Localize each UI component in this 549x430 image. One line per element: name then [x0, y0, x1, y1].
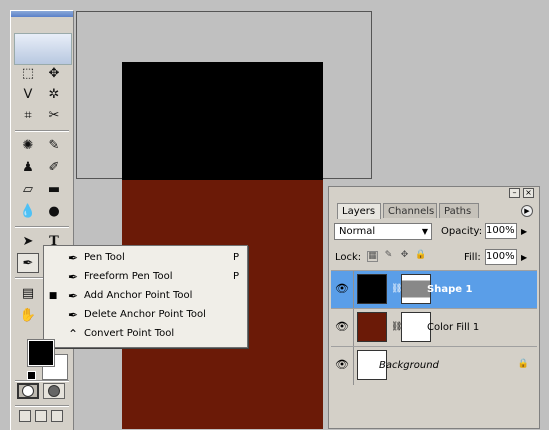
- eye-column-divider: [353, 347, 354, 385]
- standard-mode-icon: [22, 385, 34, 397]
- convert-point-icon: ⌃: [67, 326, 79, 341]
- panel-title-bar[interactable]: – ×: [329, 187, 539, 201]
- menu-item-add-anchor-point-tool[interactable]: ■ ✒ Add Anchor Point Tool: [44, 286, 247, 305]
- fill-slider-arrow-icon[interactable]: ▶: [521, 253, 527, 262]
- menu-item-label: Convert Point Tool: [84, 328, 175, 339]
- panel-menu-arrow-icon[interactable]: ▶: [521, 205, 533, 217]
- menu-item-label: Pen Tool: [84, 252, 125, 263]
- layer-name: Color Fill 1: [427, 322, 480, 333]
- lasso-tool-icon[interactable]: ᐯ: [17, 84, 39, 104]
- menu-item-label: Freeform Pen Tool: [84, 271, 173, 282]
- eye-column-divider: [353, 309, 354, 347]
- menu-item-shortcut: P: [233, 271, 240, 282]
- pen-icon: ✒: [67, 250, 79, 265]
- delete-anchor-point-icon: ✒: [67, 307, 79, 322]
- foreground-color-swatch[interactable]: [28, 340, 54, 366]
- lock-icon: 🔒: [517, 359, 529, 369]
- freeform-pen-icon: ✒: [67, 269, 79, 284]
- visibility-eye-icon[interactable]: 👁: [333, 279, 351, 299]
- opacity-label: Opacity:: [441, 226, 483, 237]
- magic-wand-tool-icon[interactable]: ✲: [43, 84, 65, 104]
- active-bullet: ■: [48, 290, 58, 301]
- minimize-icon[interactable]: –: [509, 188, 520, 198]
- blend-mode-select[interactable]: Normal ▼: [334, 223, 432, 240]
- standard-mode-button[interactable]: [17, 383, 39, 399]
- menu-item-label: Add Anchor Point Tool: [84, 290, 193, 301]
- brush-tool-icon[interactable]: ✎: [43, 135, 65, 155]
- healing-brush-tool-icon[interactable]: ✺: [17, 135, 39, 155]
- opacity-slider-arrow-icon[interactable]: ▶: [521, 227, 527, 236]
- lock-transparent-pixels-icon[interactable]: ▦: [367, 251, 378, 262]
- history-brush-tool-icon[interactable]: ✐: [43, 157, 65, 177]
- layer-row-shape-1[interactable]: 👁 ⛓ Shape 1: [331, 270, 537, 309]
- default-colors-icon[interactable]: [27, 371, 36, 380]
- lock-all-icon[interactable]: 🔒: [415, 251, 426, 262]
- menu-item-pen-tool[interactable]: ✒ Pen Tool P: [44, 248, 247, 267]
- fill-label: Fill:: [464, 252, 481, 263]
- tab-paths[interactable]: Paths: [439, 203, 479, 218]
- layer-thumbnail: [357, 274, 387, 304]
- standard-screen-mode-button[interactable]: [19, 410, 31, 422]
- clone-stamp-tool-icon[interactable]: ♟: [17, 157, 39, 177]
- quick-mask-mode-button[interactable]: [43, 383, 65, 399]
- gradient-tool-icon[interactable]: ▬: [43, 179, 65, 199]
- visibility-eye-icon[interactable]: 👁: [333, 355, 351, 375]
- tools-palette: ⬚ ✥ ᐯ ✲ ⌗ ✂ ✺ ✎ ♟ ✐ ▱ ▬ 💧 ● ➤ T ✒ ▭ ▤ ✋: [10, 10, 74, 430]
- shape-1-black-rectangle[interactable]: [122, 62, 323, 180]
- toolbox-divider: [15, 380, 69, 382]
- toolbox-divider: [15, 130, 69, 132]
- layer-thumbnail: [357, 312, 387, 342]
- lock-image-pixels-icon[interactable]: ✎: [383, 251, 394, 262]
- close-icon[interactable]: ×: [523, 188, 534, 198]
- hand-tool-icon[interactable]: ✋: [17, 305, 39, 325]
- opacity-field[interactable]: 100%: [485, 223, 517, 239]
- pen-tool-flyout-menu: ✒ Pen Tool P ✒ Freeform Pen Tool P ■ ✒ A…: [43, 245, 248, 348]
- eye-column-divider: [353, 271, 354, 309]
- toolbox-divider: [15, 226, 69, 228]
- layer-row-background[interactable]: 👁 Background 🔒: [331, 346, 537, 385]
- path-selection-tool-icon[interactable]: ➤: [17, 231, 39, 251]
- palette-title-bar[interactable]: [11, 11, 73, 17]
- layers-panel: – × Layers Channels Paths ▶ Normal ▼ Opa…: [328, 186, 540, 429]
- menu-item-freeform-pen-tool[interactable]: ✒ Freeform Pen Tool P: [44, 267, 247, 286]
- menu-item-convert-point-tool[interactable]: ⌃ Convert Point Tool: [44, 324, 247, 343]
- layer-name: Shape 1: [427, 284, 473, 295]
- move-tool-icon[interactable]: ✥: [43, 63, 65, 83]
- lock-label: Lock:: [335, 252, 362, 263]
- rectangular-marquee-tool-icon[interactable]: ⬚: [17, 63, 39, 83]
- menu-item-label: Delete Anchor Point Tool: [84, 309, 206, 320]
- visibility-eye-icon[interactable]: 👁: [333, 317, 351, 337]
- layer-name: Background: [379, 360, 439, 371]
- tab-channels[interactable]: Channels: [383, 203, 437, 218]
- crop-tool-icon[interactable]: ⌗: [17, 105, 39, 125]
- fill-field[interactable]: 100%: [485, 249, 517, 265]
- menu-item-shortcut: P: [233, 252, 240, 263]
- menu-item-delete-anchor-point-tool[interactable]: ✒ Delete Anchor Point Tool: [44, 305, 247, 324]
- blend-mode-value: Normal: [339, 226, 376, 237]
- blur-tool-icon[interactable]: 💧: [17, 201, 39, 221]
- tab-layers[interactable]: Layers: [337, 203, 381, 219]
- quick-mask-icon: [48, 385, 60, 397]
- add-anchor-point-icon: ✒: [67, 288, 79, 303]
- eraser-tool-icon[interactable]: ▱: [17, 179, 39, 199]
- toolbox-divider: [15, 405, 69, 407]
- full-screen-mode-button[interactable]: [51, 410, 63, 422]
- layer-row-color-fill-1[interactable]: 👁 ⛓ Color Fill 1: [331, 308, 537, 347]
- full-screen-menu-mode-button[interactable]: [35, 410, 47, 422]
- chevron-down-icon: ▼: [421, 227, 428, 236]
- pen-tool-icon[interactable]: ✒: [17, 253, 39, 273]
- lock-position-icon[interactable]: ✥: [399, 251, 410, 262]
- slice-tool-icon[interactable]: ✂: [43, 105, 65, 125]
- notes-tool-icon[interactable]: ▤: [17, 283, 39, 303]
- photoshop-feather-logo[interactable]: [14, 33, 72, 65]
- dodge-tool-icon[interactable]: ●: [43, 201, 65, 221]
